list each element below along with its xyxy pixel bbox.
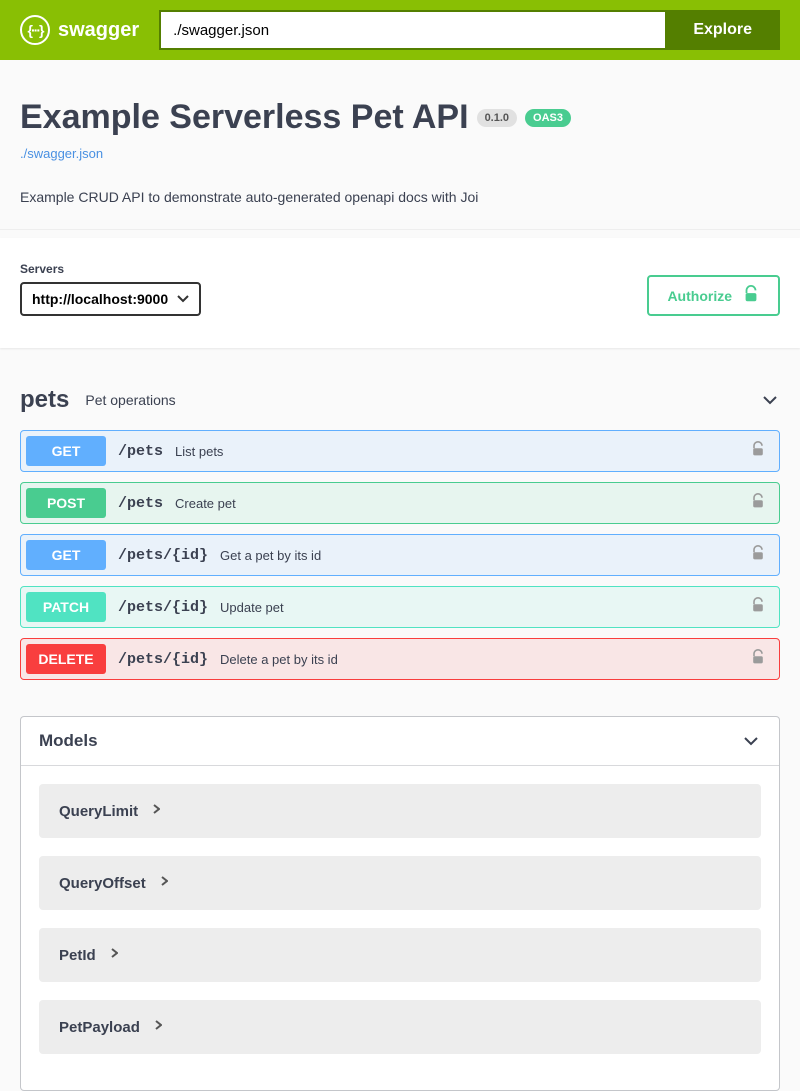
operation-summary: Update pet [220, 600, 750, 615]
lock-icon [750, 493, 766, 514]
model-item[interactable]: QueryLimit [39, 784, 761, 838]
scheme-container: Servers http://localhost:9000 Authorize [0, 238, 800, 348]
api-description: Example CRUD API to demonstrate auto-gen… [20, 189, 780, 205]
chevron-down-icon [760, 390, 780, 410]
operation-summary: Get a pet by its id [220, 548, 750, 563]
operation-summary: Create pet [175, 496, 750, 511]
operation-path: /pets/{id} [118, 599, 208, 616]
operation-row[interactable]: GET/pets List pets [20, 430, 780, 472]
lock-icon [750, 545, 766, 566]
chevron-right-icon [152, 802, 160, 820]
operation-row[interactable]: GET/pets/{id} Get a pet by its id [20, 534, 780, 576]
servers-label: Servers [20, 262, 201, 276]
chevron-right-icon [154, 1018, 162, 1036]
models-section: Models QueryLimit QueryOffset PetId PetPayl… [20, 716, 780, 1091]
authorize-label: Authorize [667, 288, 732, 304]
operation-row[interactable]: PATCH/pets/{id} Update pet [20, 586, 780, 628]
operation-row[interactable]: DELETE/pets/{id} Delete a pet by its id [20, 638, 780, 680]
tag-header[interactable]: pets Pet operations [20, 380, 780, 430]
method-badge: POST [26, 488, 106, 518]
model-name: PetId [59, 947, 96, 964]
tag-section-pets: pets Pet operations GET/pets List pets POS… [20, 380, 780, 680]
brand-name: swagger [58, 19, 139, 42]
version-badge: 0.1.0 [477, 109, 517, 127]
spec-url-input[interactable] [159, 10, 665, 50]
tag-description: Pet operations [85, 392, 760, 408]
url-form: Explore [159, 10, 780, 50]
server-select[interactable]: http://localhost:9000 [20, 282, 201, 316]
lock-icon [750, 649, 766, 670]
tag-name: pets [20, 386, 69, 414]
operation-path: /pets [118, 443, 163, 460]
model-name: QueryOffset [59, 875, 146, 892]
api-title: Example Serverless Pet API [20, 98, 469, 137]
method-badge: GET [26, 436, 106, 466]
chevron-right-icon [160, 874, 168, 892]
operation-path: /pets/{id} [118, 651, 208, 668]
lock-icon [750, 597, 766, 618]
operation-path: /pets [118, 495, 163, 512]
chevron-right-icon [110, 946, 118, 964]
model-name: PetPayload [59, 1019, 140, 1036]
model-item[interactable]: PetPayload [39, 1000, 761, 1054]
lock-icon [750, 441, 766, 462]
model-item[interactable]: QueryOffset [39, 856, 761, 910]
operation-summary: List pets [175, 444, 750, 459]
unlock-icon [742, 285, 760, 306]
operation-path: /pets/{id} [118, 547, 208, 564]
models-title: Models [39, 731, 98, 751]
swagger-logo-icon: {···} [20, 15, 50, 45]
model-name: QueryLimit [59, 803, 138, 820]
servers-block: Servers http://localhost:9000 [20, 262, 201, 316]
spec-link[interactable]: ./swagger.json [20, 146, 103, 161]
info-section: Example Serverless Pet API 0.1.0 OAS3 ./… [0, 60, 800, 230]
authorize-button[interactable]: Authorize [647, 275, 780, 316]
operation-summary: Delete a pet by its id [220, 652, 750, 667]
oas-badge: OAS3 [525, 109, 571, 127]
method-badge: GET [26, 540, 106, 570]
chevron-down-icon [741, 731, 761, 751]
operation-row[interactable]: POST/pets Create pet [20, 482, 780, 524]
method-badge: DELETE [26, 644, 106, 674]
models-header[interactable]: Models [21, 717, 779, 766]
topbar: {···} swagger Explore [0, 0, 800, 60]
explore-button[interactable]: Explore [665, 10, 780, 50]
logo: {···} swagger [20, 15, 139, 45]
method-badge: PATCH [26, 592, 106, 622]
model-item[interactable]: PetId [39, 928, 761, 982]
